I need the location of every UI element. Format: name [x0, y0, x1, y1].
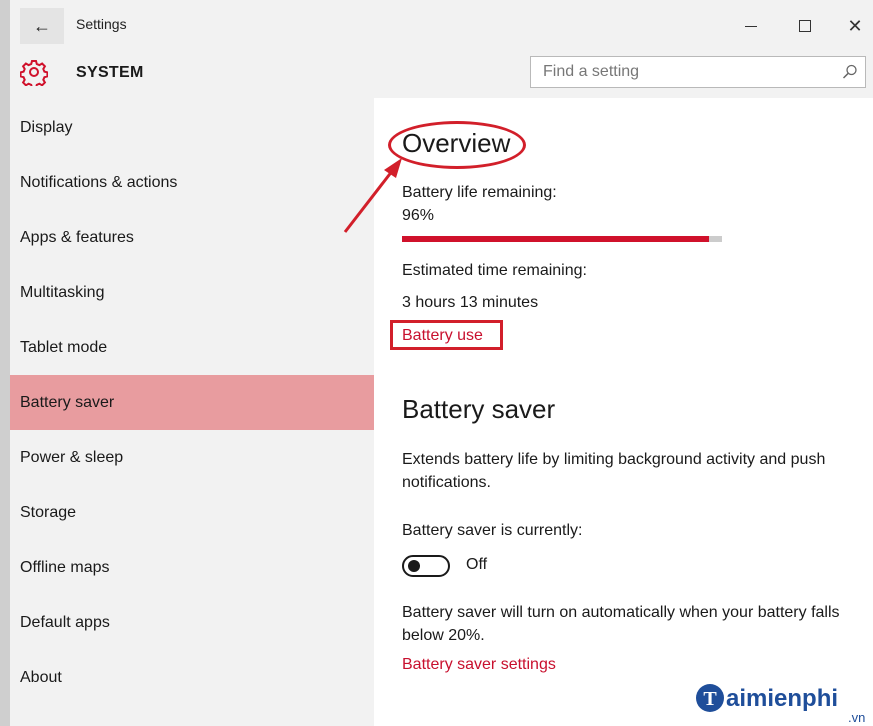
settings-header: SYSTEM	[10, 52, 873, 98]
minimize-icon	[745, 25, 757, 27]
sidebar-item-default-apps[interactable]: Default apps	[10, 595, 374, 650]
sidebar-item-label: Apps & features	[20, 228, 134, 246]
sidebar-item-label: Power & sleep	[20, 448, 124, 466]
sidebar-item-notifications[interactable]: Notifications & actions	[10, 155, 374, 210]
sidebar-item-label: Display	[20, 118, 73, 136]
sidebar-item-multitasking[interactable]: Multitasking	[10, 265, 374, 320]
battery-saver-toggle[interactable]	[402, 555, 450, 577]
sidebar-item-about[interactable]: About	[10, 650, 374, 705]
maximize-button[interactable]	[790, 12, 820, 40]
sidebar-item-label: Multitasking	[20, 283, 105, 301]
svg-text:T: T	[703, 688, 717, 710]
minimize-button[interactable]	[736, 12, 766, 40]
battery-progress-fill	[402, 236, 710, 242]
sidebar-item-power-sleep[interactable]: Power & sleep	[10, 430, 374, 485]
taimienphi-logo: T aimienphi .vn	[696, 684, 865, 725]
annotation-rectangle	[390, 320, 503, 350]
title-bar: ← Settings ✕	[10, 0, 873, 52]
watermark-suffix: .vn	[848, 710, 865, 725]
sidebar-item-label: Offline maps	[20, 558, 110, 576]
annotation-arrow-icon	[343, 158, 402, 233]
window-title: Settings	[76, 16, 127, 32]
window-edge	[0, 0, 10, 726]
search-box[interactable]	[530, 56, 866, 88]
toggle-state-label: Off	[466, 556, 488, 573]
sidebar: Display Notifications & actions Apps & f…	[10, 98, 374, 726]
settings-window: ← Settings ✕ SYSTEM Di	[0, 0, 873, 726]
close-icon: ✕	[847, 16, 863, 36]
sidebar-item-tablet-mode[interactable]: Tablet mode	[10, 320, 374, 375]
battery-saver-currently-label: Battery saver is currently:	[402, 522, 583, 539]
maximize-icon	[799, 20, 811, 32]
battery-saver-settings-link[interactable]: Battery saver settings	[402, 656, 556, 674]
sidebar-item-storage[interactable]: Storage	[10, 485, 374, 540]
estimated-time-value: 3 hours 13 minutes	[402, 294, 539, 311]
back-arrow-icon: ←	[33, 15, 51, 36]
toggle-knob	[408, 560, 420, 572]
sidebar-item-label: About	[20, 668, 62, 686]
estimated-time-label: Estimated time remaining:	[402, 262, 587, 279]
watermark-brand: aimienphi	[726, 685, 838, 712]
battery-saver-auto-description: Battery saver will turn on automatically…	[402, 604, 840, 644]
sidebar-item-label: Battery saver	[20, 393, 115, 411]
search-icon[interactable]	[841, 63, 859, 81]
back-button[interactable]: ←	[20, 8, 64, 44]
sidebar-item-battery-saver[interactable]: Battery saver	[10, 375, 374, 430]
battery-life-label: Battery life remaining:	[402, 184, 557, 201]
battery-progress-bar	[402, 236, 722, 242]
sidebar-item-label: Tablet mode	[20, 338, 108, 356]
page-title: SYSTEM	[76, 64, 144, 81]
search-input[interactable]	[531, 57, 843, 87]
sidebar-item-label: Notifications & actions	[20, 173, 178, 191]
battery-saver-description: Extends battery life by limiting backgro…	[402, 451, 826, 491]
sidebar-item-label: Storage	[20, 503, 77, 521]
sidebar-item-label: Default apps	[20, 613, 110, 631]
close-button[interactable]: ✕	[840, 12, 870, 40]
sidebar-item-offline-maps[interactable]: Offline maps	[10, 540, 374, 595]
sidebar-item-apps[interactable]: Apps & features	[10, 210, 374, 265]
sidebar-item-display[interactable]: Display	[10, 100, 374, 155]
battery-saver-heading: Battery saver	[402, 394, 556, 424]
main-content: Overview Battery life remaining: 96% Est…	[374, 98, 873, 726]
gear-icon	[20, 60, 48, 86]
